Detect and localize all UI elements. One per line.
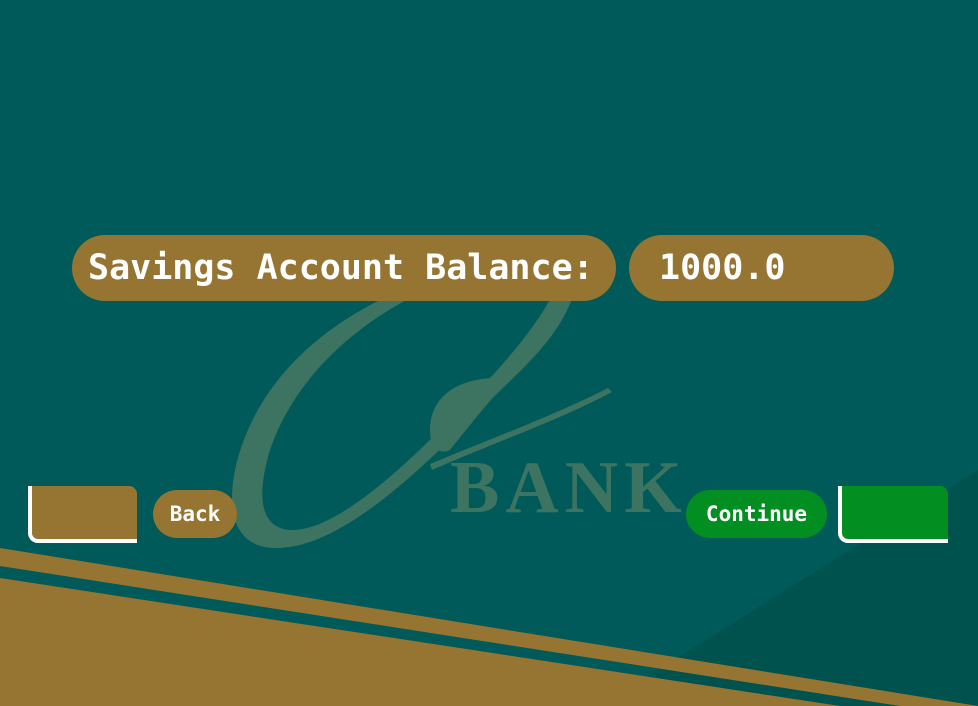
back-button[interactable]: Back <box>153 490 237 538</box>
balance-label: Savings Account Balance: <box>72 235 616 301</box>
watermark-bank-text: BANK <box>450 447 688 529</box>
continue-tab-block[interactable] <box>838 486 948 543</box>
continue-button[interactable]: Continue <box>686 490 827 538</box>
back-tab-block[interactable] <box>28 486 137 543</box>
bank-watermark-logo: BANK <box>232 285 688 549</box>
background-graphic: BANK <box>0 285 978 706</box>
bank-screen: BANK Savings Account Balance: 1000.0 Bac… <box>0 0 978 706</box>
balance-value: 1000.0 <box>629 235 894 301</box>
